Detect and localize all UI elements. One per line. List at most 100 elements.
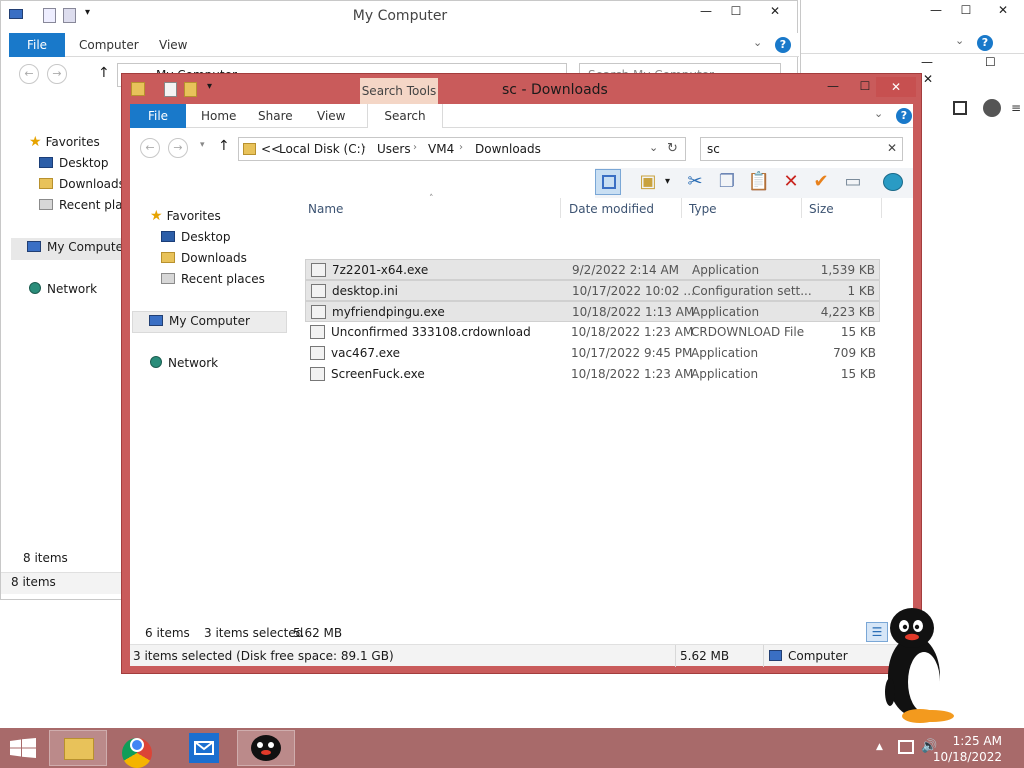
rename-icon[interactable]: ▭ xyxy=(840,169,866,195)
preview-pane-icon[interactable] xyxy=(595,169,621,195)
back-button[interactable]: ← xyxy=(140,138,160,158)
copy-icon[interactable]: ❐ xyxy=(714,169,740,195)
share-tab[interactable]: Share xyxy=(258,104,293,128)
expand-ribbon-icon[interactable]: ⌄ xyxy=(955,34,964,47)
help-icon[interactable]: ? xyxy=(977,35,993,51)
file-tab[interactable]: File xyxy=(9,33,65,57)
breadcrumb-separator-icon[interactable]: › xyxy=(362,142,366,153)
pingu-taskbar-button[interactable] xyxy=(237,730,295,766)
nav-favorites[interactable]: ★ Favorites xyxy=(150,208,221,224)
up-button[interactable]: ↑ xyxy=(218,138,230,154)
show-hidden-icons-icon[interactable]: ▲ xyxy=(876,742,883,752)
file-row[interactable]: ScreenFuck.exe 10/18/2022 1:23 AM Applicat… xyxy=(305,364,880,385)
address-bar[interactable]: << Local Disk (C:) › Users › VM4 › Downl… xyxy=(238,137,686,161)
nav-recent[interactable]: Recent places xyxy=(161,272,265,286)
folder-icon xyxy=(243,143,256,155)
reading-pane-icon[interactable] xyxy=(953,101,967,115)
delete-icon[interactable]: ✕ xyxy=(778,169,804,195)
paste-icon[interactable]: 📋 xyxy=(746,169,772,195)
help-icon[interactable]: ? xyxy=(775,37,791,53)
nav-desktop[interactable]: Desktop xyxy=(161,230,231,244)
nav-downloads[interactable]: Downloads xyxy=(39,177,125,191)
forward-button[interactable]: → xyxy=(47,64,67,84)
view-tab[interactable]: View xyxy=(317,104,345,128)
minimize-button-2[interactable]: — xyxy=(921,55,933,69)
minimize-button[interactable]: — xyxy=(691,4,721,18)
clock-time[interactable]: 1:25 AM xyxy=(932,734,1002,748)
computer-tab[interactable]: Computer xyxy=(79,33,139,57)
properties-icon[interactable] xyxy=(164,82,177,97)
search-input[interactable]: sc xyxy=(707,142,720,156)
maximize-button[interactable]: ☐ xyxy=(721,4,751,18)
properties-icon[interactable]: ▣ xyxy=(635,169,661,195)
forward-button[interactable]: → xyxy=(168,138,188,158)
column-type[interactable]: Type xyxy=(689,202,717,216)
file-row[interactable]: myfriendpingu.exe 10/18/2022 1:13 AM Appli… xyxy=(305,301,880,322)
chrome-icon xyxy=(122,738,152,768)
breadcrumb-downloads[interactable]: Downloads xyxy=(475,142,541,156)
close-button[interactable]: ✕ xyxy=(757,4,793,18)
maximize-button-2[interactable]: ☐ xyxy=(985,55,996,69)
file-row[interactable]: desktop.ini 10/17/2022 10:02 ... Configura… xyxy=(305,280,880,301)
cut-icon[interactable]: ✂ xyxy=(682,169,708,195)
maximize-button[interactable]: ☐ xyxy=(951,3,981,17)
help-icon[interactable]: ? xyxy=(896,108,912,124)
clear-search-icon[interactable]: ✕ xyxy=(887,141,897,155)
nav-desktop[interactable]: Desktop xyxy=(39,156,109,170)
user-avatar-icon[interactable] xyxy=(983,99,1001,117)
search-tab[interactable]: Search xyxy=(367,104,443,128)
file-tab[interactable]: File xyxy=(130,104,186,128)
recent-locations-icon[interactable]: ▾ xyxy=(200,140,205,150)
minimize-button[interactable]: — xyxy=(921,3,951,17)
file-explorer-taskbar-button[interactable] xyxy=(49,730,107,766)
file-row[interactable]: Unconfirmed 333108.crdownload 10/18/2022 … xyxy=(305,322,880,343)
new-folder-icon[interactable] xyxy=(184,82,197,97)
windows-logo-icon[interactable] xyxy=(10,738,38,760)
file-row[interactable]: vac467.exe 10/17/2022 9:45 PM Application 7… xyxy=(305,343,880,364)
nav-my-computer[interactable]: My Computer xyxy=(132,311,287,333)
nav-my-computer[interactable]: My Computer xyxy=(11,238,128,260)
column-name[interactable]: Name xyxy=(308,202,343,216)
qat-dropdown-icon[interactable]: ▾ xyxy=(207,81,212,92)
nav-favorites[interactable]: ★ Favorites xyxy=(29,134,100,150)
nav-network[interactable]: Network xyxy=(150,356,218,370)
more-icon[interactable]: ≡ xyxy=(1011,101,1021,115)
breadcrumb-local-disk[interactable]: Local Disk (C:) xyxy=(279,142,365,156)
home-tab[interactable]: Home xyxy=(201,104,236,128)
address-dropdown-icon[interactable]: ⌄ xyxy=(649,141,658,154)
column-size[interactable]: Size xyxy=(809,202,834,216)
downloads-window[interactable]: ▾ Search Tools sc - Downloads — ☐ ✕ File… xyxy=(121,73,922,674)
back-button[interactable]: ← xyxy=(19,64,39,84)
folder-icon[interactable] xyxy=(131,82,145,96)
minimize-button[interactable]: — xyxy=(818,79,848,93)
search-box[interactable]: sc ✕ xyxy=(700,137,903,161)
chrome-taskbar-button[interactable] xyxy=(109,730,167,768)
file-type: Configuration sett... xyxy=(692,284,812,298)
network-icon xyxy=(150,356,162,368)
breadcrumb-separator-icon[interactable]: › xyxy=(413,142,417,153)
expand-ribbon-icon[interactable]: ⌄ xyxy=(874,107,883,120)
breadcrumb-separator-icon[interactable]: › xyxy=(459,142,463,153)
breadcrumb-users[interactable]: Users xyxy=(377,142,411,156)
checkmark-icon[interactable]: ✔ xyxy=(808,169,834,195)
column-date-modified[interactable]: Date modified xyxy=(569,202,654,216)
close-button-2[interactable]: ✕ xyxy=(923,72,933,86)
properties-dropdown-icon[interactable]: ▾ xyxy=(665,176,670,187)
up-button[interactable]: ↑ xyxy=(98,65,110,81)
breadcrumb-vm4[interactable]: VM4 xyxy=(428,142,454,156)
nav-downloads[interactable]: Downloads xyxy=(161,251,247,265)
expand-ribbon-icon[interactable]: ⌄ xyxy=(753,36,762,49)
close-button[interactable]: ✕ xyxy=(876,77,916,97)
blank-file-icon xyxy=(310,325,325,339)
refresh-icon[interactable]: ↻ xyxy=(667,141,678,156)
file-row[interactable]: 7z2201-x64.exe 9/2/2022 2:14 AM Applicatio… xyxy=(305,259,880,280)
mail-taskbar-button[interactable] xyxy=(176,730,234,766)
globe-icon[interactable] xyxy=(880,169,906,195)
pingu-character[interactable] xyxy=(884,604,958,728)
clock-date[interactable]: 10/18/2022 xyxy=(932,750,1002,764)
view-tab[interactable]: View xyxy=(159,33,187,57)
network-icon[interactable] xyxy=(898,740,914,754)
close-button[interactable]: ✕ xyxy=(985,3,1021,17)
nav-network[interactable]: Network xyxy=(29,282,97,296)
file-type: Application xyxy=(692,263,760,277)
